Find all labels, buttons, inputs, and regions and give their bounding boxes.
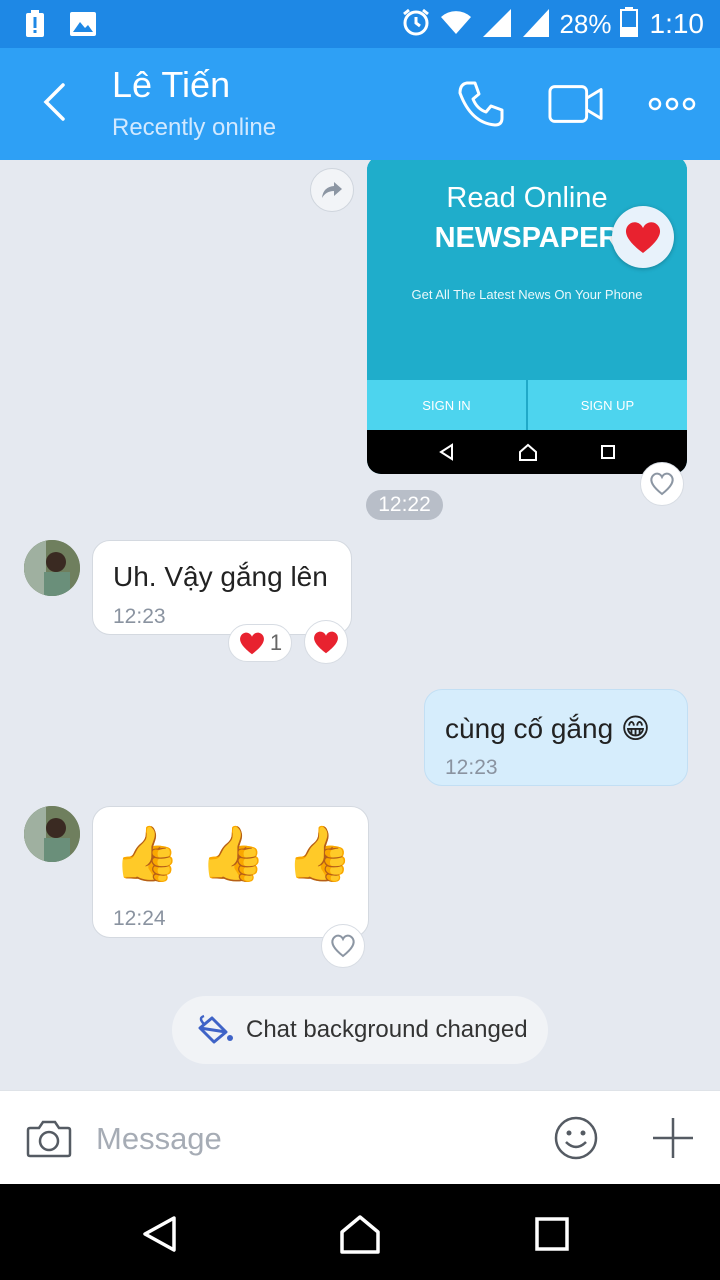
message-input-bar — [0, 1090, 720, 1184]
battery-icon — [619, 6, 638, 42]
heart-outline-icon[interactable] — [321, 924, 365, 968]
signal-icon — [481, 7, 513, 42]
contact-status: Recently online — [112, 114, 277, 141]
system-message: Chat background changed — [172, 996, 548, 1064]
image-recents-icon — [601, 445, 615, 459]
heart-outline-icon[interactable] — [640, 462, 684, 506]
nav-home-icon[interactable] — [336, 1210, 384, 1258]
image-sign-in-label: SIGN IN — [367, 380, 526, 430]
nav-recents-icon[interactable] — [528, 1210, 576, 1258]
image-nav-bar — [367, 430, 687, 474]
contact-name[interactable]: Lê Tiến — [112, 64, 230, 106]
chat-header: Lê Tiến Recently online — [0, 48, 720, 160]
alert-icon — [22, 10, 48, 38]
avatar[interactable] — [24, 806, 80, 862]
message-time: 12:23 — [113, 605, 166, 628]
nav-back-icon[interactable] — [136, 1210, 184, 1258]
message-time: 12:24 — [113, 907, 166, 930]
image-back-icon — [439, 443, 453, 461]
heart-reaction-icon[interactable] — [612, 206, 674, 268]
clock: 1:10 — [649, 8, 705, 39]
video-camera-icon[interactable] — [548, 76, 604, 132]
image-home-icon — [519, 443, 537, 461]
message-input[interactable] — [96, 1117, 526, 1161]
reaction-count: 1 — [269, 630, 283, 655]
camera-icon[interactable] — [24, 1113, 74, 1163]
share-forward-icon[interactable] — [310, 168, 354, 212]
chat-area[interactable]: Read Online NEWSPAPER Get All The Latest… — [0, 160, 720, 1090]
message-text: 👍 👍 👍 — [113, 824, 355, 884]
message-text: Uh. Vậy gắng lên — [113, 561, 328, 592]
heart-icon — [239, 632, 264, 655]
emoji-icon[interactable] — [550, 1113, 602, 1163]
signal-icon — [521, 7, 551, 42]
alarm-icon — [401, 7, 431, 42]
image-sign-up-label: SIGN UP — [528, 380, 687, 430]
back-arrow-icon[interactable] — [30, 78, 78, 126]
heart-reaction-icon[interactable] — [304, 620, 348, 664]
paint-bucket-icon — [198, 1014, 233, 1044]
incoming-message-bubble[interactable]: Uh. Vậy gắng lên 12:23 — [92, 540, 352, 635]
wifi-icon — [439, 8, 473, 41]
message-text: cùng cố gắng 😁 — [445, 713, 651, 744]
more-dots-icon[interactable] — [646, 76, 698, 132]
status-bar: 28% 1:10 — [0, 0, 720, 48]
message-time: 12:23 — [445, 756, 498, 779]
system-nav-bar — [0, 1184, 720, 1280]
image-subtitle: Get All The Latest News On Your Phone — [411, 287, 643, 302]
image-preview: Read Online NEWSPAPER Get All The Latest… — [367, 160, 687, 380]
battery-percent: 28% — [559, 8, 612, 39]
plus-icon[interactable] — [648, 1113, 698, 1163]
outgoing-message-bubble[interactable]: cùng cố gắng 😁 12:23 — [424, 689, 688, 786]
phone-icon[interactable] — [452, 76, 508, 132]
image-icon — [70, 10, 96, 38]
avatar[interactable] — [24, 540, 80, 596]
incoming-message-bubble[interactable]: 👍 👍 👍 12:24 — [92, 806, 369, 938]
system-message-text: Chat background changed — [246, 1016, 528, 1043]
time-separator: 12:22 — [366, 490, 443, 520]
reaction-count-badge[interactable]: 1 — [228, 624, 292, 662]
